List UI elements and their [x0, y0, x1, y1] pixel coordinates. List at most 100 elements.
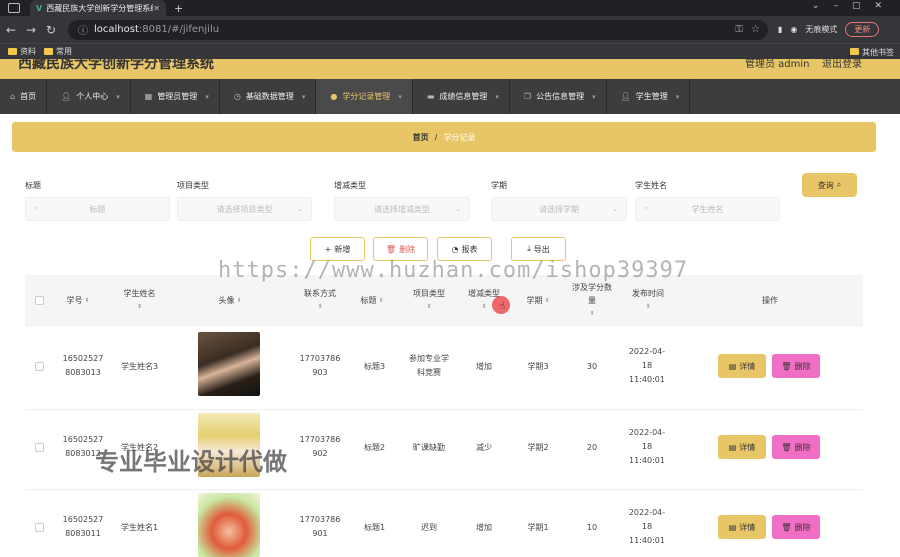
sort-icon: ⬍ [645, 303, 651, 310]
pin-icon: ● [330, 92, 338, 101]
detail-button[interactable]: ▤ 详情 [718, 354, 766, 378]
new-tab-icon[interactable]: + [174, 2, 183, 15]
update-button[interactable]: 更新 [845, 22, 880, 37]
sort-icon: ⬍ [236, 296, 242, 304]
col-operations: 操作 [745, 275, 795, 325]
menu-item-admin[interactable]: ▦ 管理员管理 ▾ [131, 79, 220, 114]
sort-icon: ⬍ [481, 303, 487, 310]
menu-item-grades[interactable]: ▬ 成绩信息管理 ▾ [413, 79, 510, 114]
plus-icon: + [324, 244, 332, 254]
filter-name-label: 学生姓名 [635, 181, 667, 190]
incognito-label: 无痕模式 [805, 25, 838, 34]
folder-icon [850, 48, 859, 55]
menu-item-notices[interactable]: ❐ 公告信息管理 ▾ [510, 79, 607, 114]
doc-icon: ▤ [728, 442, 737, 452]
copy-icon: ❐ [523, 92, 532, 101]
other-bookmarks[interactable]: 其他书签 [842, 47, 894, 58]
url-path: :8081/#/jifenjilu [138, 24, 220, 35]
breadcrumb-home[interactable]: 首页 [413, 132, 429, 143]
cell-project-type: 迟到 [421, 523, 437, 532]
star-icon[interactable]: ☆ [751, 24, 760, 35]
bookmark-item[interactable]: 资料 [20, 46, 36, 57]
col-label: 联系方式 [304, 289, 336, 298]
delete-row-button[interactable]: 🗑︎ 删除 [772, 435, 820, 459]
change-type-select[interactable]: 请选择增减类型 ⌄ [334, 197, 470, 221]
window-controls[interactable]: ⌄–▢✕ [812, 1, 896, 11]
report-label: 报表 [461, 244, 478, 254]
project-type-select[interactable]: 请选择项目类型 ⌄ [177, 197, 312, 221]
cell-change-type: 增加 [476, 523, 492, 532]
sort-icon: ⬍ [378, 296, 384, 304]
detail-button[interactable]: ▤ 详情 [718, 435, 766, 459]
menu-item-basedata[interactable]: ◷ 基础数据管理 ▾ [220, 79, 317, 114]
cell-publish-time: 2022-04-18 11:40:01 [628, 428, 666, 465]
term-select[interactable]: 请选择学期 ⌄ [491, 197, 627, 221]
select-all-checkbox[interactable] [35, 296, 44, 305]
menu-label: 管理员管理 [157, 92, 198, 101]
detail-label: 详情 [739, 522, 756, 532]
promo-watermark: 专业毕业设计代做 [95, 448, 287, 476]
browser-tab[interactable]: V 西藏民族大学创新学分管理系统 ✕ [30, 0, 166, 16]
cell-term: 学期1 [527, 523, 549, 532]
cell-term: 学期3 [527, 362, 549, 371]
cell-title: 标题3 [363, 362, 386, 371]
browser-menu-icon[interactable] [8, 3, 20, 13]
delete-row-label: 删除 [794, 361, 811, 371]
cell-credits: 10 [586, 523, 598, 532]
cell-credits: 20 [586, 443, 598, 452]
url-field[interactable]: ⓘ localhost:8081/#/jifenjilu ⚿ ☆ [68, 19, 768, 40]
filter-title-label: 标题 [25, 181, 41, 190]
sidebar-icon[interactable]: ▮ [778, 25, 782, 34]
col-label: 发布时间 [632, 289, 664, 298]
row-checkbox[interactable] [35, 443, 44, 452]
bookmark-item[interactable]: 常用 [56, 46, 72, 57]
chevron-down-icon: ⌄ [297, 205, 303, 213]
delete-row-label: 删除 [794, 442, 811, 452]
col-student-no[interactable]: 学号 ⬍ [58, 275, 98, 325]
row-checkbox[interactable] [35, 523, 44, 532]
row-divider [25, 325, 863, 326]
detail-button[interactable]: ▤ 详情 [718, 515, 766, 539]
chevron-down-icon: ▾ [398, 92, 402, 101]
menu-label: 学分记录管理 [342, 92, 391, 101]
url-host: localhost [94, 24, 139, 35]
query-button[interactable]: 查询 ⌕ [802, 173, 857, 197]
cell-title: 标题1 [363, 523, 386, 532]
current-user: 管理员 admin [745, 59, 810, 70]
chevron-down-icon: ▾ [301, 92, 306, 101]
chevron-down-icon: ⌄ [455, 205, 461, 213]
search-icon: ⌕ [836, 180, 842, 189]
top-menu: ⌂ 首页 👤︎ 个人中心 ▾ ▦ 管理员管理 ▾ ◷ 基础数据管理 ▾ ● 学分记录管理 ▾ ▬ 成… [0, 79, 900, 114]
bookmarks-bar: 资料 常用 其他书签 [0, 43, 900, 59]
logout-link[interactable]: 退出登录 [822, 59, 862, 70]
cell-student-no: 16502527 8083013 [62, 354, 104, 377]
key-icon[interactable]: ⚿ [735, 24, 743, 35]
menu-label: 基础数据管理 [245, 92, 294, 101]
person-icon: 👤︎ [61, 92, 72, 101]
menu-item-students[interactable]: 👤︎ 学生管理 ▾ [607, 79, 691, 114]
col-label: 操作 [762, 295, 778, 305]
delete-row-button[interactable]: 🗑︎ 删除 [772, 515, 820, 539]
chevron-down-icon: ▾ [116, 92, 120, 101]
query-label: 查询 [817, 180, 834, 190]
delete-row-button[interactable]: 🗑︎ 删除 [772, 354, 820, 378]
delete-row-label: 删除 [794, 522, 811, 532]
search-icon: ⌕ [644, 204, 649, 213]
cell-title: 标题2 [363, 443, 386, 452]
title-input[interactable]: ⌕ 标题 [25, 197, 170, 221]
student-name-input[interactable]: ⌕ 学生姓名 [635, 197, 780, 221]
row-checkbox[interactable] [35, 362, 44, 371]
menu-item-profile[interactable]: 👤︎ 个人中心 ▾ [47, 79, 131, 114]
close-tab-icon[interactable]: ✕ [153, 4, 160, 13]
menu-item-credit-records[interactable]: ● 学分记录管理 ▾ [316, 79, 413, 114]
menu-item-home[interactable]: ⌂ 首页 [0, 79, 48, 114]
reload-icon[interactable]: ↻ [42, 23, 60, 37]
app-header: 西藏民族大学创新学分管理系统 管理员 admin 退出登录 [0, 59, 900, 79]
incognito-icon: ◉ [790, 25, 798, 34]
menu-label: 公告信息管理 [536, 92, 585, 101]
cell-publish-time: 2022-04-18 11:40:01 [628, 508, 666, 545]
back-icon[interactable]: ← [2, 23, 20, 37]
forward-icon[interactable]: → [22, 23, 40, 37]
cell-phone: 17703786 901 [299, 515, 341, 538]
col-student-name[interactable]: 学生姓名 ⬍ [112, 275, 167, 325]
